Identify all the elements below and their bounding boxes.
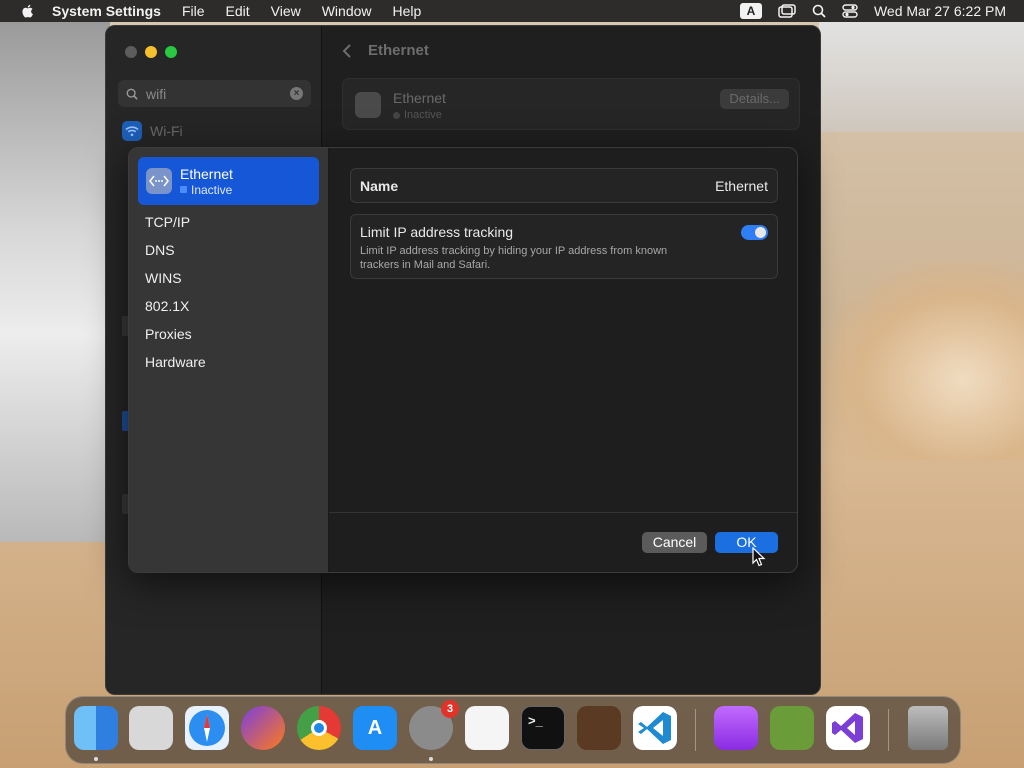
vscode-icon[interactable] bbox=[633, 706, 677, 750]
input-source-indicator[interactable]: A bbox=[739, 3, 762, 19]
sidebar-item-label: Wi-Fi bbox=[150, 123, 183, 139]
nav-item-hardware[interactable]: Hardware bbox=[145, 350, 206, 378]
window-controls bbox=[125, 46, 177, 58]
ethernet-service-card: Ethernet Inactive Details... bbox=[342, 78, 800, 130]
ok-button[interactable]: OK bbox=[715, 532, 778, 553]
limit-ip-tracking-title: Limit IP address tracking bbox=[360, 224, 514, 240]
sheet-nav: TCP/IP DNS WINS 802.1X Proxies Hardware bbox=[145, 210, 206, 378]
clear-search-icon[interactable]: × bbox=[290, 87, 303, 100]
status-indicator bbox=[180, 186, 187, 193]
dock: A 3 >_ bbox=[65, 696, 961, 764]
app-name-menu[interactable]: System Settings bbox=[52, 3, 161, 19]
compass-glyph bbox=[189, 710, 225, 746]
details-button[interactable]: Details... bbox=[720, 89, 789, 109]
nav-item-wins[interactable]: WINS bbox=[145, 266, 206, 294]
app-store-glyph: A bbox=[367, 716, 383, 739]
wifi-icon bbox=[122, 121, 142, 141]
ethernet-details-sheet: Ethernet Inactive TCP/IP DNS WINS 802.1X… bbox=[128, 147, 798, 573]
sheet-sidebar: Ethernet Inactive TCP/IP DNS WINS 802.1X… bbox=[129, 148, 329, 572]
sheet-main-panel: Name Ethernet Limit IP address tracking … bbox=[329, 148, 797, 572]
sheet-service-header[interactable]: Ethernet Inactive bbox=[138, 157, 319, 205]
limit-ip-tracking-description: Limit IP address tracking by hiding your… bbox=[360, 245, 668, 271]
screen-mirroring-icon[interactable] bbox=[778, 4, 796, 18]
service-status: Inactive bbox=[393, 109, 442, 121]
terminal-prompt-glyph: >_ bbox=[528, 713, 543, 728]
safari-icon[interactable] bbox=[185, 706, 229, 750]
firefox-icon[interactable] bbox=[241, 706, 285, 750]
name-label: Name bbox=[360, 177, 399, 194]
nav-item-proxies[interactable]: Proxies bbox=[145, 322, 206, 350]
ethernet-icon bbox=[146, 168, 172, 194]
running-indicator bbox=[94, 757, 98, 761]
menu-bar: System Settings File Edit View Window He… bbox=[0, 0, 1024, 22]
minimize-window-button[interactable] bbox=[145, 46, 157, 58]
ethernet-icon bbox=[355, 92, 381, 118]
name-value[interactable]: Ethernet bbox=[715, 178, 768, 194]
launchpad-icon[interactable] bbox=[129, 706, 173, 750]
nav-item-8021x[interactable]: 802.1X bbox=[145, 294, 206, 322]
page-title: Ethernet bbox=[368, 42, 429, 59]
search-input[interactable]: wifi bbox=[146, 86, 290, 102]
mouse-cursor-icon bbox=[752, 547, 766, 567]
wallpaper-dune bbox=[819, 260, 1024, 460]
service-name: Ethernet bbox=[393, 90, 446, 106]
garageband-icon[interactable] bbox=[577, 706, 621, 750]
dock-separator bbox=[695, 709, 696, 751]
menu-file[interactable]: File bbox=[182, 3, 205, 19]
dock-separator bbox=[888, 709, 889, 751]
settings-search-field[interactable]: wifi × bbox=[118, 80, 311, 107]
app-store-icon[interactable]: A bbox=[353, 706, 397, 750]
close-window-button[interactable] bbox=[125, 46, 137, 58]
sheet-service-status: Inactive bbox=[180, 183, 233, 197]
nav-item-tcpip[interactable]: TCP/IP bbox=[145, 210, 206, 238]
wallpaper-right bbox=[819, 22, 1024, 132]
back-chevron-icon[interactable] bbox=[342, 43, 352, 58]
status-dot bbox=[393, 111, 400, 119]
spotlight-search-icon[interactable] bbox=[812, 4, 826, 18]
chrome-icon[interactable] bbox=[297, 706, 341, 750]
search-icon bbox=[126, 88, 138, 100]
podcasts-icon[interactable] bbox=[714, 706, 758, 750]
notification-badge: 3 bbox=[441, 700, 459, 718]
control-center-icon[interactable] bbox=[842, 4, 858, 18]
visual-studio-icon[interactable] bbox=[826, 706, 870, 750]
sidebar-item-wifi[interactable]: Wi-Fi bbox=[122, 121, 183, 141]
menu-window[interactable]: Window bbox=[322, 3, 372, 19]
menu-view[interactable]: View bbox=[271, 3, 301, 19]
running-indicator bbox=[429, 757, 433, 761]
minecraft-icon[interactable] bbox=[770, 706, 814, 750]
limit-ip-tracking-toggle[interactable] bbox=[741, 225, 768, 240]
visual-studio-glyph bbox=[832, 713, 863, 743]
name-row: Name Ethernet bbox=[350, 168, 778, 203]
menu-help[interactable]: Help bbox=[393, 3, 422, 19]
wallpaper-left bbox=[0, 22, 110, 542]
zoom-window-button[interactable] bbox=[165, 46, 177, 58]
cancel-button[interactable]: Cancel bbox=[642, 532, 707, 553]
textedit-icon[interactable] bbox=[465, 706, 509, 750]
nav-item-dns[interactable]: DNS bbox=[145, 238, 206, 266]
apple-menu-icon[interactable] bbox=[18, 4, 38, 18]
menu-edit[interactable]: Edit bbox=[226, 3, 250, 19]
system-settings-icon[interactable]: 3 bbox=[409, 700, 459, 750]
terminal-icon[interactable]: >_ bbox=[521, 706, 565, 750]
sheet-service-name: Ethernet bbox=[180, 165, 233, 182]
settings-header: Ethernet bbox=[342, 42, 429, 59]
trash-icon[interactable] bbox=[908, 706, 948, 750]
sheet-divider bbox=[329, 512, 797, 513]
sheet-service-status-text: Inactive bbox=[191, 182, 233, 197]
vscode-glyph bbox=[638, 712, 671, 744]
limit-ip-tracking-row: Limit IP address tracking Limit IP addre… bbox=[350, 214, 778, 279]
finder-icon[interactable] bbox=[74, 706, 118, 750]
service-status-text: Inactive bbox=[404, 109, 442, 121]
menu-bar-clock[interactable]: Wed Mar 27 6:22 PM bbox=[874, 3, 1006, 19]
chrome-center bbox=[311, 720, 327, 736]
